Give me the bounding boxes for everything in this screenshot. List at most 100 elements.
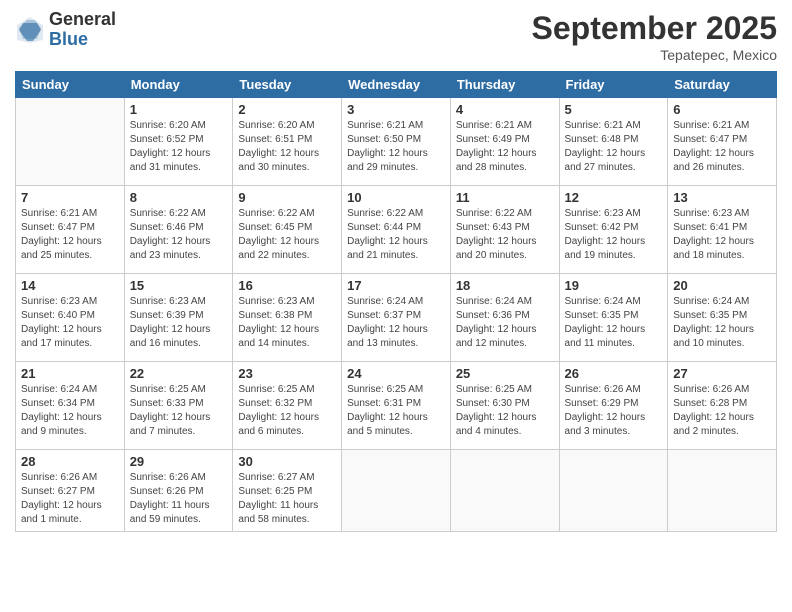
day-info: Sunrise: 6:23 AMSunset: 6:41 PMDaylight:… bbox=[673, 207, 771, 263]
calendar-cell: 8 Sunrise: 6:22 AMSunset: 6:46 PMDaylight… bbox=[124, 186, 233, 274]
logo-text: General Blue bbox=[49, 10, 116, 50]
day-number: 30 bbox=[238, 454, 336, 469]
calendar-cell: 19Sunrise: 6:24 AMSunset: 6:35 PMDayligh… bbox=[559, 274, 668, 362]
weekday-header: Monday bbox=[124, 72, 233, 98]
day-info: Sunrise: 6:21 AMSunset: 6:50 PMDaylight:… bbox=[347, 119, 445, 175]
calendar-cell: 15 Sunrise: 6:23 AMSunset: 6:39 PMDayligh… bbox=[124, 274, 233, 362]
calendar-cell: 14 Sunrise: 6:23 AMSunset: 6:40 PMDayligh… bbox=[16, 274, 125, 362]
calendar-cell: 10Sunrise: 6:22 AMSunset: 6:44 PMDayligh… bbox=[342, 186, 451, 274]
day-info: Sunrise: 6:24 AMSunset: 6:36 PMDaylight:… bbox=[456, 295, 554, 351]
day-number: 25 bbox=[456, 366, 554, 381]
calendar-cell: 7Sunrise: 6:21 AMSunset: 6:47 PMDaylight… bbox=[16, 186, 125, 274]
day-info: Sunrise: 6:23 AMSunset: 6:38 PMDaylight:… bbox=[238, 295, 336, 351]
calendar-cell: 1Sunrise: 6:20 AMSunset: 6:52 PMDaylight… bbox=[124, 98, 233, 186]
day-number: 11 bbox=[456, 190, 554, 205]
calendar-cell: 22Sunrise: 6:25 AMSunset: 6:33 PMDayligh… bbox=[124, 362, 233, 450]
day-number: 3 bbox=[347, 102, 445, 117]
day-info: Sunrise: 6:25 AMSunset: 6:30 PMDaylight:… bbox=[456, 383, 554, 439]
day-info: Sunrise: 6:26 AMSunset: 6:28 PMDaylight:… bbox=[673, 383, 771, 439]
weekday-header: Tuesday bbox=[233, 72, 342, 98]
month-title: September 2025 bbox=[532, 10, 777, 47]
calendar-cell: 29 Sunrise: 6:26 AMSunset: 6:26 PMDayligh… bbox=[124, 450, 233, 532]
calendar-cell: 20 Sunrise: 6:24 AMSunset: 6:35 PMDayligh… bbox=[668, 274, 777, 362]
day-number: 27 bbox=[673, 366, 771, 381]
day-number: 26 bbox=[565, 366, 663, 381]
day-number: 29 bbox=[130, 454, 228, 469]
day-info: Sunrise: 6:23 AMSunset: 6:42 PMDaylight:… bbox=[565, 207, 663, 263]
day-number: 12 bbox=[565, 190, 663, 205]
day-info: Sunrise: 6:25 AMSunset: 6:33 PMDaylight:… bbox=[130, 383, 228, 439]
calendar-week-row: 7Sunrise: 6:21 AMSunset: 6:47 PMDaylight… bbox=[16, 186, 777, 274]
day-info: Sunrise: 6:22 AMSunset: 6:46 PMDaylight:… bbox=[130, 207, 228, 263]
header: General Blue September 2025 Tepatepec, M… bbox=[15, 10, 777, 63]
day-info: Sunrise: 6:27 AMSunset: 6:25 PMDaylight:… bbox=[238, 471, 336, 527]
calendar-cell: 28 Sunrise: 6:26 AMSunset: 6:27 PMDayligh… bbox=[16, 450, 125, 532]
calendar-cell: 13 Sunrise: 6:23 AMSunset: 6:41 PMDayligh… bbox=[668, 186, 777, 274]
day-number: 13 bbox=[673, 190, 771, 205]
title-area: September 2025 Tepatepec, Mexico bbox=[532, 10, 777, 63]
calendar-cell bbox=[559, 450, 668, 532]
day-info: Sunrise: 6:21 AMSunset: 6:47 PMDaylight:… bbox=[21, 207, 119, 263]
day-info: Sunrise: 6:26 AMSunset: 6:26 PMDaylight:… bbox=[130, 471, 228, 527]
calendar-week-row: 14 Sunrise: 6:23 AMSunset: 6:40 PMDayligh… bbox=[16, 274, 777, 362]
weekday-header: Friday bbox=[559, 72, 668, 98]
page: General Blue September 2025 Tepatepec, M… bbox=[0, 0, 792, 612]
day-number: 5 bbox=[565, 102, 663, 117]
calendar-table: SundayMondayTuesdayWednesdayThursdayFrid… bbox=[15, 71, 777, 532]
day-number: 23 bbox=[238, 366, 336, 381]
calendar-cell: 11 Sunrise: 6:22 AMSunset: 6:43 PMDayligh… bbox=[450, 186, 559, 274]
day-info: Sunrise: 6:20 AMSunset: 6:52 PMDaylight:… bbox=[130, 119, 228, 175]
calendar-cell: 9 Sunrise: 6:22 AMSunset: 6:45 PMDaylight… bbox=[233, 186, 342, 274]
calendar-cell: 6Sunrise: 6:21 AMSunset: 6:47 PMDaylight… bbox=[668, 98, 777, 186]
day-info: Sunrise: 6:24 AMSunset: 6:34 PMDaylight:… bbox=[21, 383, 119, 439]
calendar-cell: 23 Sunrise: 6:25 AMSunset: 6:32 PMDayligh… bbox=[233, 362, 342, 450]
day-number: 6 bbox=[673, 102, 771, 117]
calendar-cell: 24 Sunrise: 6:25 AMSunset: 6:31 PMDayligh… bbox=[342, 362, 451, 450]
day-number: 24 bbox=[347, 366, 445, 381]
day-number: 2 bbox=[238, 102, 336, 117]
day-info: Sunrise: 6:23 AMSunset: 6:39 PMDaylight:… bbox=[130, 295, 228, 351]
day-info: Sunrise: 6:22 AMSunset: 6:43 PMDaylight:… bbox=[456, 207, 554, 263]
calendar-header-row: SundayMondayTuesdayWednesdayThursdayFrid… bbox=[16, 72, 777, 98]
day-number: 17 bbox=[347, 278, 445, 293]
day-info: Sunrise: 6:23 AMSunset: 6:40 PMDaylight:… bbox=[21, 295, 119, 351]
day-info: Sunrise: 6:21 AMSunset: 6:48 PMDaylight:… bbox=[565, 119, 663, 175]
calendar-week-row: 28 Sunrise: 6:26 AMSunset: 6:27 PMDayligh… bbox=[16, 450, 777, 532]
calendar-cell: 25 Sunrise: 6:25 AMSunset: 6:30 PMDayligh… bbox=[450, 362, 559, 450]
day-info: Sunrise: 6:26 AMSunset: 6:27 PMDaylight:… bbox=[21, 471, 119, 527]
calendar-cell: 4 Sunrise: 6:21 AMSunset: 6:49 PMDaylight… bbox=[450, 98, 559, 186]
logo-icon bbox=[15, 15, 45, 45]
day-info: Sunrise: 6:25 AMSunset: 6:32 PMDaylight:… bbox=[238, 383, 336, 439]
day-info: Sunrise: 6:22 AMSunset: 6:45 PMDaylight:… bbox=[238, 207, 336, 263]
calendar-cell: 27 Sunrise: 6:26 AMSunset: 6:28 PMDayligh… bbox=[668, 362, 777, 450]
calendar-week-row: 21Sunrise: 6:24 AMSunset: 6:34 PMDayligh… bbox=[16, 362, 777, 450]
day-number: 28 bbox=[21, 454, 119, 469]
day-number: 8 bbox=[130, 190, 228, 205]
day-number: 4 bbox=[456, 102, 554, 117]
day-info: Sunrise: 6:26 AMSunset: 6:29 PMDaylight:… bbox=[565, 383, 663, 439]
weekday-header: Sunday bbox=[16, 72, 125, 98]
subtitle: Tepatepec, Mexico bbox=[532, 47, 777, 63]
calendar-cell bbox=[342, 450, 451, 532]
calendar-week-row: 1Sunrise: 6:20 AMSunset: 6:52 PMDaylight… bbox=[16, 98, 777, 186]
logo-general: General bbox=[49, 10, 116, 30]
day-number: 14 bbox=[21, 278, 119, 293]
day-number: 18 bbox=[456, 278, 554, 293]
calendar-cell: 17Sunrise: 6:24 AMSunset: 6:37 PMDayligh… bbox=[342, 274, 451, 362]
calendar-cell: 18 Sunrise: 6:24 AMSunset: 6:36 PMDayligh… bbox=[450, 274, 559, 362]
day-number: 16 bbox=[238, 278, 336, 293]
calendar-cell: 2 Sunrise: 6:20 AMSunset: 6:51 PMDaylight… bbox=[233, 98, 342, 186]
day-number: 9 bbox=[238, 190, 336, 205]
calendar-cell: 21Sunrise: 6:24 AMSunset: 6:34 PMDayligh… bbox=[16, 362, 125, 450]
calendar-cell bbox=[450, 450, 559, 532]
logo-blue: Blue bbox=[49, 30, 116, 50]
calendar-cell: 12 Sunrise: 6:23 AMSunset: 6:42 PMDayligh… bbox=[559, 186, 668, 274]
calendar-cell: 5 Sunrise: 6:21 AMSunset: 6:48 PMDaylight… bbox=[559, 98, 668, 186]
day-number: 20 bbox=[673, 278, 771, 293]
day-info: Sunrise: 6:25 AMSunset: 6:31 PMDaylight:… bbox=[347, 383, 445, 439]
day-info: Sunrise: 6:24 AMSunset: 6:35 PMDaylight:… bbox=[673, 295, 771, 351]
weekday-header: Saturday bbox=[668, 72, 777, 98]
day-info: Sunrise: 6:21 AMSunset: 6:49 PMDaylight:… bbox=[456, 119, 554, 175]
day-number: 15 bbox=[130, 278, 228, 293]
day-info: Sunrise: 6:20 AMSunset: 6:51 PMDaylight:… bbox=[238, 119, 336, 175]
